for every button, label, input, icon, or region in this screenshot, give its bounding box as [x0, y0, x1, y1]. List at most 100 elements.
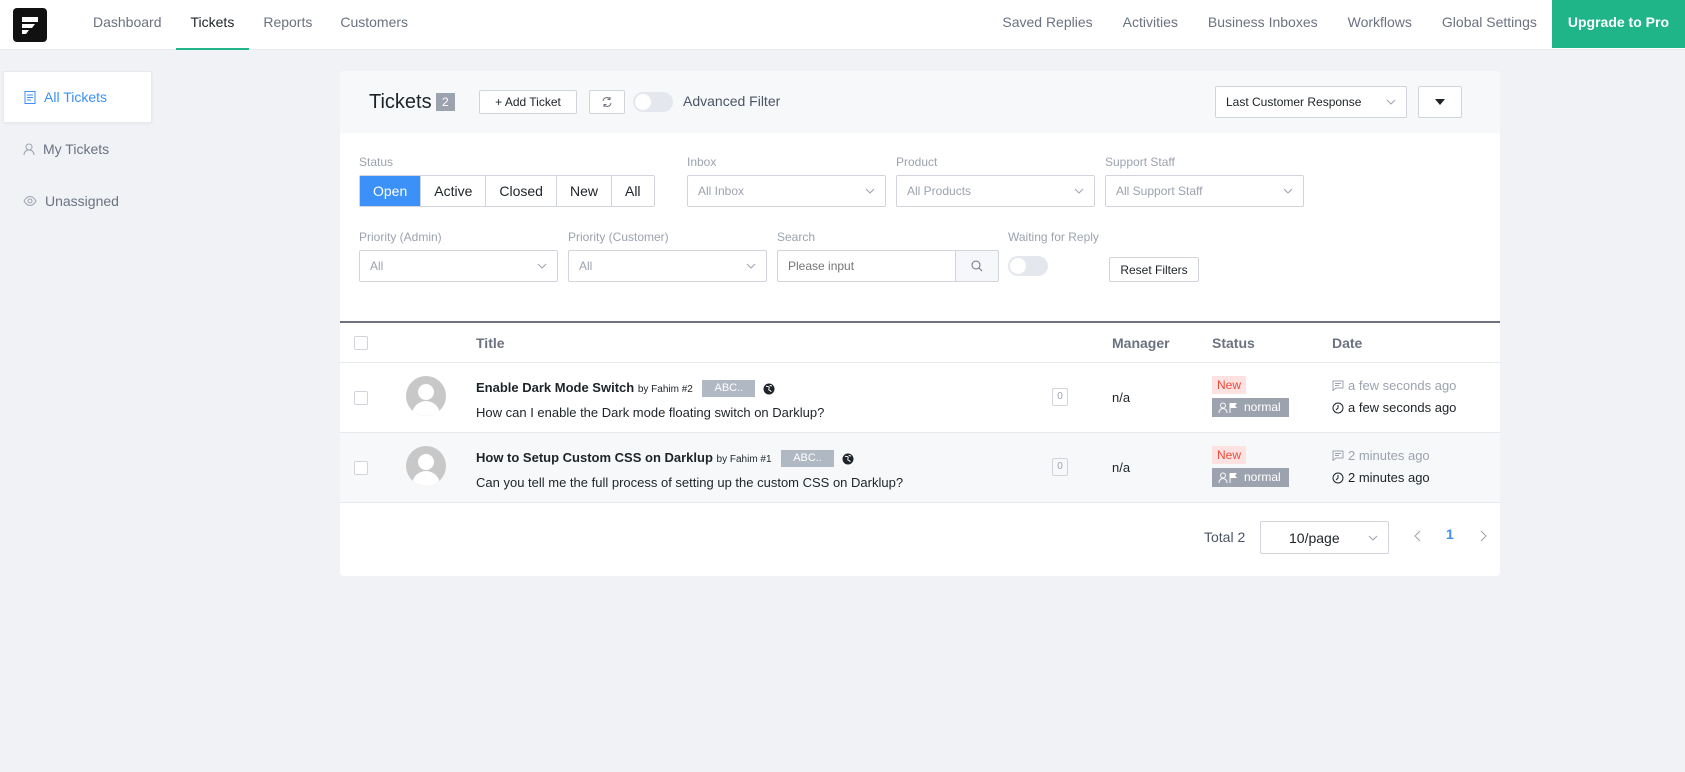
add-ticket-button[interactable]: + Add Ticket [479, 90, 577, 114]
support-staff-select-value: All Support Staff [1116, 184, 1203, 198]
nav-saved-replies[interactable]: Saved Replies [987, 0, 1107, 50]
refresh-button[interactable] [589, 90, 625, 114]
page-number-current[interactable]: 1 [1446, 526, 1454, 542]
advanced-filter-toggle[interactable] [633, 92, 673, 112]
chevron-down-icon [1368, 535, 1378, 541]
next-page-button[interactable] [1479, 529, 1487, 545]
priority-label: normal [1244, 470, 1281, 484]
comment-icon [1332, 450, 1344, 461]
column-status[interactable]: Status [1212, 335, 1255, 351]
row-checkbox[interactable] [354, 391, 368, 405]
nav-business-inboxes[interactable]: Business Inboxes [1193, 0, 1333, 50]
nav-global-settings[interactable]: Global Settings [1427, 0, 1552, 50]
advanced-filter-label: Advanced Filter [683, 93, 781, 109]
nav-dashboard[interactable]: Dashboard [80, 0, 176, 50]
ticket-author: by Fahim #2 [637, 384, 693, 395]
priority-admin-value: All [370, 259, 384, 273]
status-option-active[interactable]: Active [421, 176, 487, 206]
user-flag-icon [1218, 402, 1237, 413]
avatar [406, 446, 446, 486]
priority-customer-select[interactable]: All [568, 250, 767, 282]
ticket-description: Can you tell me the full process of sett… [476, 475, 904, 490]
priority-badge: normal [1212, 398, 1289, 417]
status-option-new[interactable]: New [557, 176, 612, 206]
top-navigation: Dashboard Tickets Reports Customers Save… [0, 0, 1685, 50]
sidebar-item-label: My Tickets [43, 141, 110, 157]
created-date-text: 2 minutes ago [1348, 470, 1430, 485]
priority-customer-value: All [579, 259, 593, 273]
chevron-right-icon [1480, 530, 1487, 542]
support-staff-select[interactable]: All Support Staff [1105, 175, 1304, 207]
priority-admin-label: Priority (Admin) [359, 230, 442, 244]
nav-customers[interactable]: Customers [326, 0, 422, 50]
user-flag-icon [1218, 472, 1237, 483]
response-count-badge: 0 [1052, 388, 1068, 406]
page-size-select[interactable]: 10/page [1260, 521, 1389, 554]
tickets-panel: Tickets 2 + Add Ticket Advanced Filter L… [340, 71, 1500, 576]
search-input[interactable] [777, 250, 956, 282]
reset-filters-button[interactable]: Reset Filters [1109, 257, 1199, 282]
ticket-title[interactable]: Enable Dark Mode Switch [476, 380, 634, 395]
product-tag: ABC.. [781, 450, 834, 468]
inbox-select[interactable]: All Inbox [687, 175, 886, 207]
clock-icon [1332, 472, 1344, 483]
nav-activities[interactable]: Activities [1108, 0, 1193, 50]
table-header: Title Manager Status Date [340, 323, 1500, 363]
sidebar-item-unassigned[interactable]: Unassigned [3, 175, 152, 227]
globe-icon [842, 453, 854, 465]
product-filter-label: Product [896, 155, 938, 169]
support-staff-filter-label: Support Staff [1105, 155, 1175, 169]
nav-reports[interactable]: Reports [249, 0, 326, 50]
status-option-open[interactable]: Open [360, 176, 422, 206]
created-date-text: a few seconds ago [1348, 400, 1457, 415]
refresh-icon [602, 97, 612, 107]
chevron-left-icon [1414, 530, 1421, 542]
table-row[interactable]: Enable Dark Mode Switch by Fahim #2 ABC.… [340, 363, 1500, 433]
column-manager[interactable]: Manager [1112, 335, 1170, 351]
created-date: a few seconds ago [1332, 400, 1456, 415]
chevron-down-icon [1283, 188, 1293, 194]
app-logo-icon[interactable] [13, 8, 47, 42]
search-icon [971, 260, 983, 272]
search-button[interactable] [955, 250, 999, 282]
row-checkbox[interactable] [354, 461, 368, 475]
last-response-text: a few seconds ago [1348, 378, 1457, 393]
search-label: Search [777, 230, 816, 244]
column-title[interactable]: Title [476, 335, 505, 351]
nav-workflows[interactable]: Workflows [1333, 0, 1427, 50]
sort-select-value: Last Customer Response [1226, 95, 1362, 109]
ticket-manager: n/a [1112, 460, 1131, 475]
sort-order-button[interactable] [1418, 86, 1462, 118]
sidebar-item-label: All Tickets [44, 89, 108, 105]
eye-icon [23, 195, 37, 207]
sidebar: All Tickets My Tickets Unassigned [3, 71, 152, 227]
column-date[interactable]: Date [1332, 335, 1362, 351]
priority-label: normal [1244, 400, 1281, 414]
product-tag: ABC.. [702, 380, 756, 398]
priority-admin-select[interactable]: All [359, 250, 558, 282]
chevron-down-icon [1074, 188, 1084, 194]
sidebar-item-all-tickets[interactable]: All Tickets [3, 71, 152, 123]
last-response-date: 2 minutes ago [1332, 448, 1430, 463]
panel-header: Tickets 2 + Add Ticket Advanced Filter L… [340, 71, 1500, 133]
pagination-total: Total 2 [1204, 529, 1246, 545]
sort-select[interactable]: Last Customer Response [1215, 86, 1407, 118]
status-option-closed[interactable]: Closed [486, 176, 557, 206]
table-row[interactable]: How to Setup Custom CSS on Darklup by Fa… [340, 433, 1500, 503]
upgrade-button[interactable]: Upgrade to Pro [1551, 0, 1685, 48]
secondary-nav: Saved Replies Activities Business Inboxe… [987, 0, 1685, 50]
prev-page-button[interactable] [1414, 529, 1422, 545]
sidebar-item-my-tickets[interactable]: My Tickets [3, 123, 152, 175]
nav-tickets[interactable]: Tickets [175, 0, 250, 50]
status-badge: New [1212, 376, 1247, 394]
ticket-author: by Fahim #1 [716, 454, 772, 465]
select-all-checkbox[interactable] [354, 336, 368, 350]
ticket-count-badge: 2 [436, 93, 455, 111]
globe-icon [763, 383, 775, 395]
ticket-manager: n/a [1112, 390, 1131, 405]
ticket-title[interactable]: How to Setup Custom CSS on Darklup [476, 450, 713, 465]
product-select[interactable]: All Products [896, 175, 1095, 207]
status-option-all[interactable]: All [612, 176, 654, 206]
waiting-for-reply-toggle[interactable] [1008, 256, 1048, 276]
page-title: Tickets [369, 91, 432, 113]
